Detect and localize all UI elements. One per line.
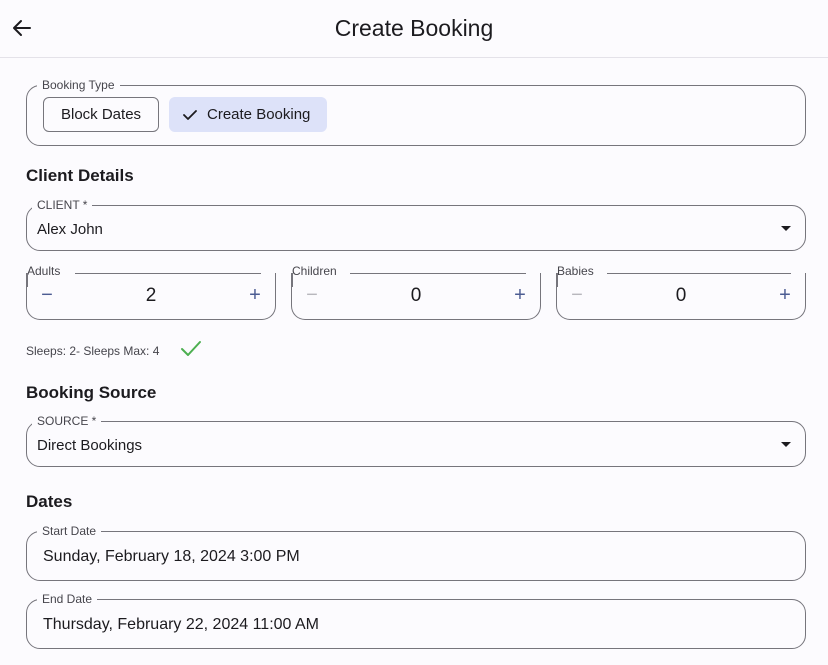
check-success-icon (181, 341, 201, 356)
booking-source-heading: Booking Source (26, 383, 157, 402)
children-label: Children (292, 264, 337, 278)
page-title: Create Booking (334, 15, 494, 41)
app-bar: Create Booking (0, 0, 828, 58)
source-dropdown[interactable]: SOURCE * Direct Bookings (26, 414, 806, 467)
block-dates-button[interactable]: Block Dates (43, 97, 160, 132)
source-legend: SOURCE * (32, 414, 102, 429)
start-date-legend: Start Date (37, 524, 102, 539)
dropdown-arrow-icon (781, 226, 791, 231)
booking-type-legend: Booking Type (37, 78, 120, 93)
client-dropdown[interactable]: CLIENT * Alex John (26, 198, 806, 251)
adults-value: 2 (145, 285, 157, 306)
adults-increment-button[interactable]: + (243, 285, 267, 305)
start-date-value: Sunday, February 18, 2024 3:00 PM (43, 548, 300, 565)
dropdown-arrow-icon (781, 442, 791, 447)
children-value: 0 (410, 285, 422, 306)
adults-stepper: Adults − 2 + (26, 264, 276, 320)
client-value: Alex John (37, 221, 103, 238)
babies-stepper: Babies − 0 + (556, 264, 806, 320)
source-value: Direct Bookings (37, 437, 143, 454)
client-legend: CLIENT * (32, 198, 93, 213)
start-date-field[interactable]: Start Date Sunday, February 18, 2024 3:0… (26, 524, 806, 581)
check-icon (183, 109, 197, 121)
block-dates-label: Block Dates (61, 106, 142, 123)
create-booking-label: Create Booking (207, 106, 311, 123)
adults-label: Adults (27, 264, 61, 278)
babies-label: Babies (557, 264, 594, 278)
create-booking-button[interactable]: Create Booking (169, 97, 328, 132)
booking-type-group: Booking Type Block Dates Create Booking (26, 78, 806, 146)
children-stepper: Children − 0 + (291, 264, 541, 320)
dates-heading: Dates (26, 492, 73, 511)
babies-increment-button[interactable]: + (773, 285, 797, 305)
end-date-field[interactable]: End Date Thursday, February 22, 2024 11:… (26, 592, 806, 649)
end-date-legend: End Date (37, 592, 98, 607)
babies-value: 0 (675, 285, 687, 306)
client-details-heading: Client Details (26, 166, 134, 185)
end-date-value: Thursday, February 22, 2024 11:00 AM (43, 616, 320, 633)
children-increment-button[interactable]: + (508, 285, 532, 305)
sleeps-info: Sleeps: 2- Sleeps Max: 4 (26, 344, 160, 358)
